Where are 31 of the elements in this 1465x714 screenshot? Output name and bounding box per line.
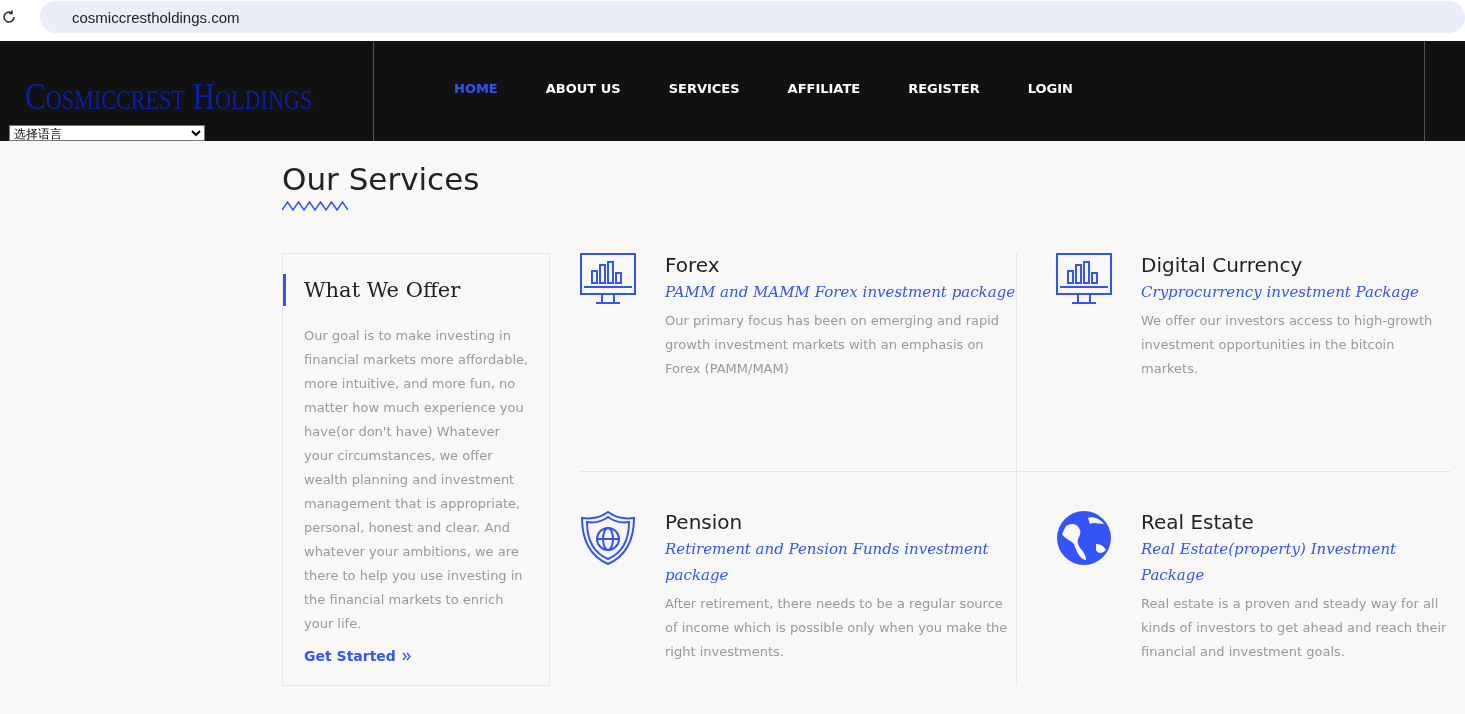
double-chevron-icon [401, 651, 411, 661]
page-title: Our Services [282, 161, 481, 197]
service-subtitle: Retirement and Pension Funds investment package [665, 538, 990, 586]
service-text: Our primary focus has been on emerging and rapid growth investment markets with an emphasis on Forex (PAMM/MAM) [665, 312, 1001, 378]
language-select[interactable]: 选择语言 [9, 125, 205, 141]
nav-link[interactable]: ABOUT US [545, 81, 621, 96]
reload-icon[interactable] [2, 10, 16, 24]
card-title: What We Offer [283, 274, 549, 306]
service-text: Real estate is a proven and steady way for all kinds of investors to get ahead and reach their financial and investment goals. [1141, 594, 1448, 661]
globe-icon [1056, 509, 1112, 566]
card-text: Our goal is to make investing in financial markets more affordable, more intuitive, and more fun, no matter how much experience you have(or don't have) Whatever your circumstances, we offer wealth planning and investment management that is appropriate, personal, honest and clear. And whatever your ambitions, we are there to help you use investing in the financial markets to enrich your life. [304, 327, 530, 633]
monitor-chart-icon [580, 253, 636, 305]
nav-link[interactable]: REGISTER [908, 81, 980, 96]
service-subtitle: Real Estate(property) Investment Package [1141, 538, 1398, 586]
service-title: Digital Currency [1141, 253, 1304, 277]
zigzag-underline [282, 201, 348, 211]
monitor-chart-icon [1056, 253, 1112, 305]
shield-globe-icon [580, 509, 636, 566]
service-subtitle: PAMM and MAMM Forex investment package [665, 282, 1016, 303]
service-title: Real Estate [1141, 509, 1255, 534]
nav-link[interactable]: LOGIN [1027, 81, 1073, 96]
url-text: cosmiccrestholdings.com [72, 8, 240, 26]
nav-link[interactable]: SERVICES [668, 81, 740, 96]
get-started-link[interactable]: Get Started [304, 648, 411, 664]
service-text: After retirement, there needs to be a regular source of income which is possible only when you make the right investments. [665, 594, 1009, 661]
service-text: We offer our investors access to high-growth investment opportunities in the bitcoin markets. [1141, 312, 1434, 378]
service-title: Pension [665, 509, 744, 534]
service-subtitle: Cryprocurrency investment Package [1141, 282, 1420, 303]
service-title: Forex [665, 253, 721, 277]
address-bar[interactable]: cosmiccrestholdings.com [40, 1, 1465, 33]
nav-link[interactable]: AFFILIATE [787, 81, 861, 96]
